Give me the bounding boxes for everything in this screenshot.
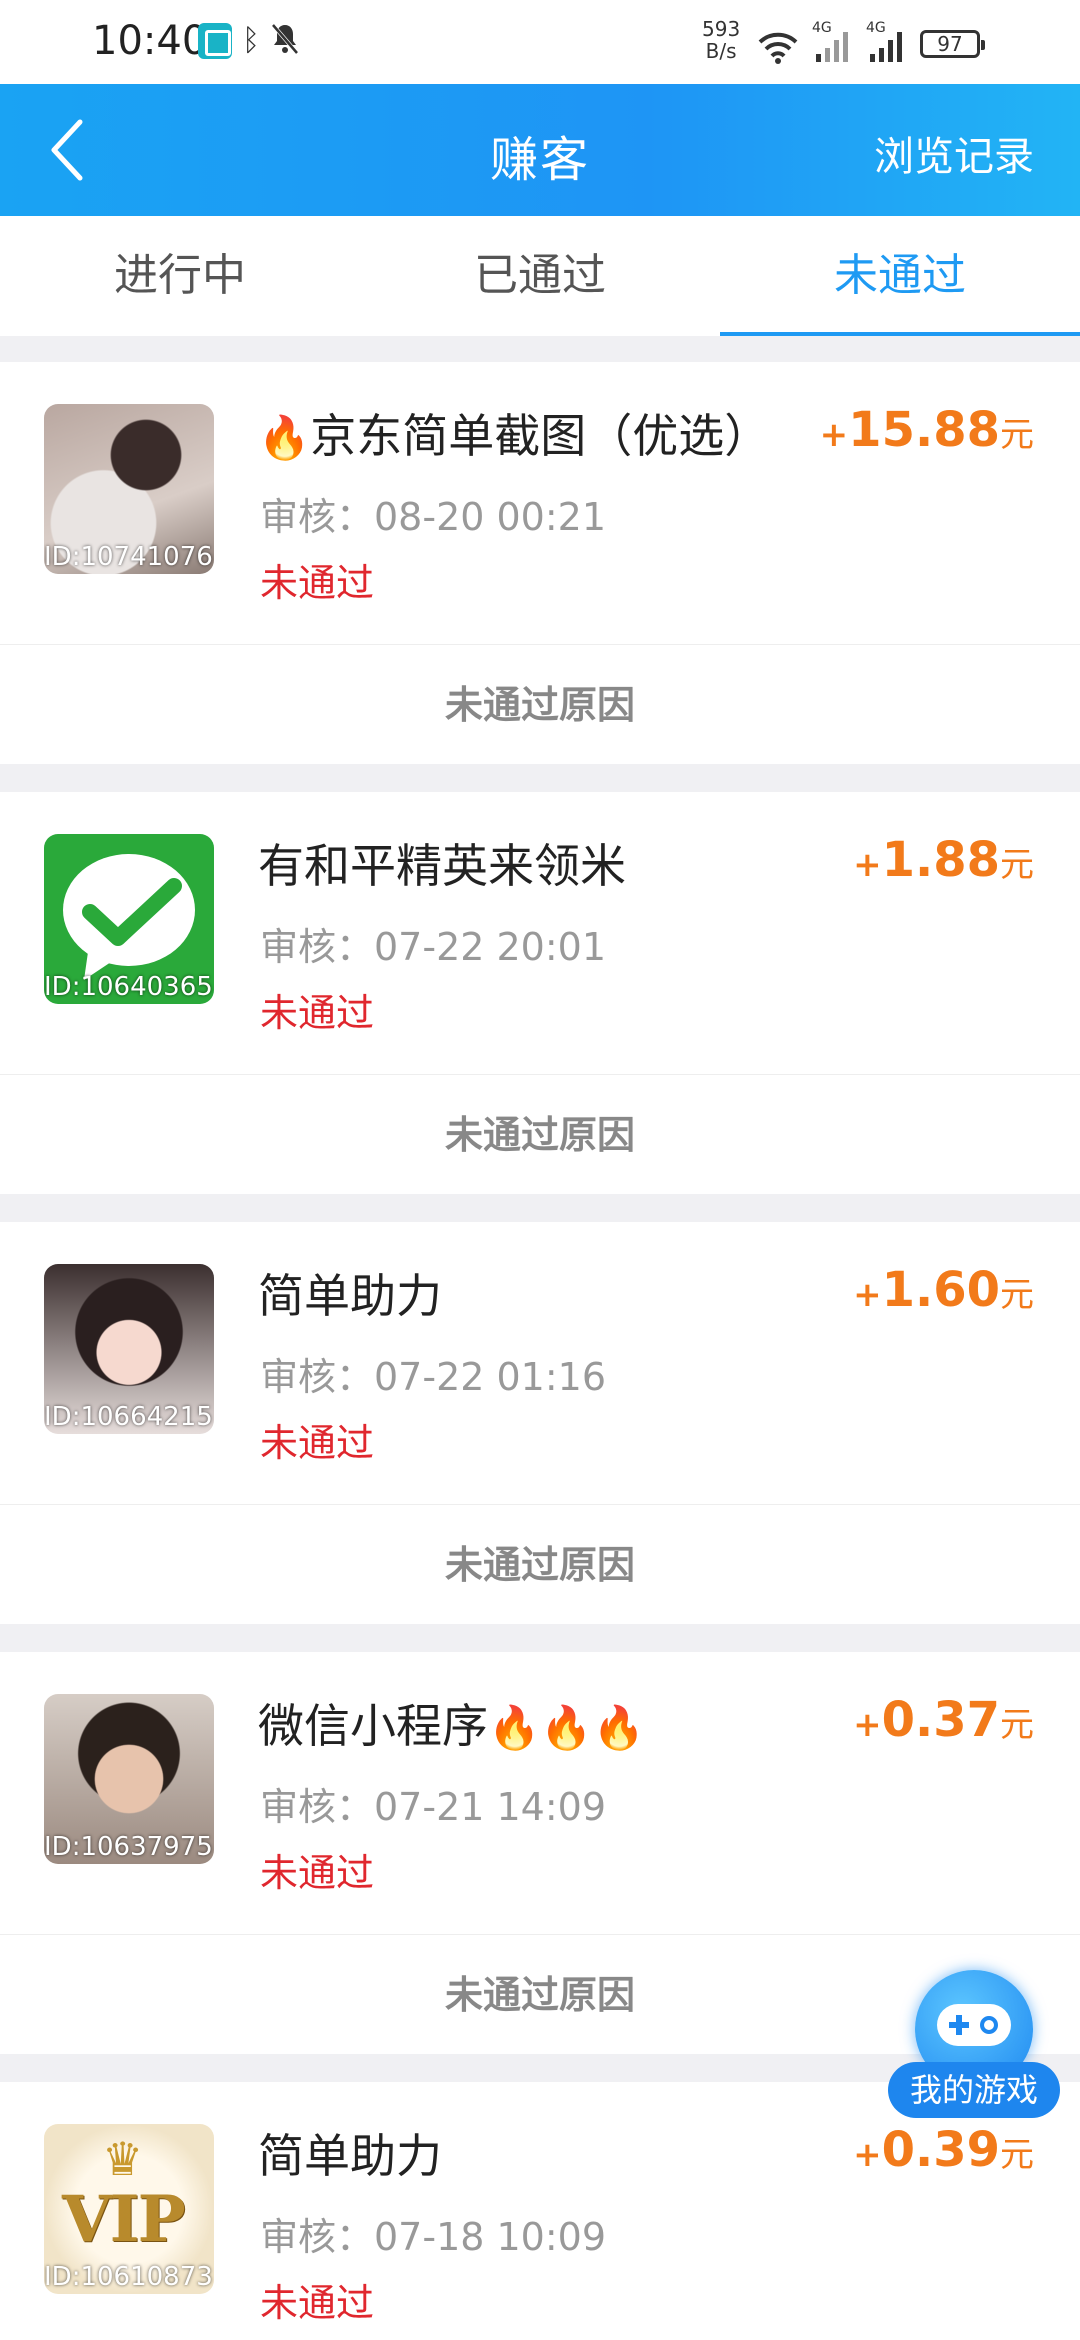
vip-badge-text: VIP [62,2182,186,2257]
task-reward: +1.88元 [853,832,1034,888]
task-title: 有和平精英来领米 [258,839,626,893]
review-time: 审核：07-18 10:09 [260,2215,607,2259]
status-bar: 10:40 ᛒ 593 B/s 4G 4G 97 [0,0,1080,84]
task-reward: +0.39元 [853,2122,1034,2178]
signal-2-icon: 4G [866,20,906,64]
task-id-label: ID:10664215 [44,1402,213,1432]
mute-bell-icon [270,22,300,60]
fire-icon: 🔥 [592,1703,645,1752]
task-title: 微信小程序🔥🔥🔥 [258,1699,645,1753]
review-time: 审核：08-20 00:21 [260,495,607,539]
tab-in-progress[interactable]: 进行中 [0,216,360,336]
fire-icon: 🔥 [540,1703,593,1752]
task-card[interactable]: ID:10664215 简单助力 +1.60元 审核：07-22 01:16 未… [0,1222,1080,1624]
rejection-reason-button[interactable]: 未通过原因 [0,1074,1080,1194]
signal-1-icon: 4G [812,20,852,64]
net-speed: 593 B/s [702,17,741,63]
task-thumbnail: ID:10664215 [44,1264,214,1434]
status-right-icons: 4G 4G 97 [758,20,985,64]
my-games-label: 我的游戏 [888,2062,1060,2118]
task-thumbnail: ID:10741076 [44,404,214,574]
task-id-label: ID:10637975 [44,1832,213,1862]
task-card[interactable]: ID:10640365 有和平精英来领米 +1.88元 审核：07-22 20:… [0,792,1080,1194]
bluetooth-icon: ᛒ [242,23,260,58]
status-label: 未通过 [260,1851,375,1895]
task-id-label: ID:10610873 [44,2262,213,2292]
task-title: 简单助力 [258,1269,442,1323]
status-time: 10:40 [92,18,208,64]
battery-icon: 97 [920,30,985,58]
task-title: 🔥京东简单截图（优选） [258,409,771,463]
task-thumbnail: ID:10637975 [44,1694,214,1864]
task-id-label: ID:10640365 [44,972,213,1002]
rejection-reason-button[interactable]: 未通过原因 [0,1504,1080,1624]
status-label: 未通过 [260,1421,375,1465]
task-thumbnail: ♛ VIP ID:10610873 [44,2124,214,2294]
task-reward: +1.60元 [853,1262,1034,1318]
task-card[interactable]: ID:10741076 🔥京东简单截图（优选） +15.88元 审核：08-20… [0,362,1080,764]
status-left-icons: ᛒ [198,22,300,60]
my-games-button[interactable]: 我的游戏 [888,1970,1060,2130]
browse-history-button[interactable]: 浏览记录 [874,124,1034,182]
status-tabs: 进行中 已通过 未通过 [0,216,1080,336]
app-header: 赚客 浏览记录 [0,84,1080,216]
tab-approved[interactable]: 已通过 [360,216,720,336]
review-time: 审核：07-22 20:01 [260,925,607,969]
tab-rejected[interactable]: 未通过 [720,216,1080,336]
task-thumbnail: ID:10640365 [44,834,214,1004]
status-label: 未通过 [260,561,375,605]
review-time: 审核：07-22 01:16 [260,1355,607,1399]
fire-icon: 🔥 [488,1703,541,1752]
status-label: 未通过 [260,991,375,1035]
rejection-reason-button[interactable]: 未通过原因 [0,644,1080,764]
status-label: 未通过 [260,2281,375,2325]
task-title: 简单助力 [258,2129,442,2183]
crown-icon: ♛ [102,2132,144,2186]
task-id-label: ID:10741076 [44,542,213,572]
wifi-icon [758,30,798,64]
task-reward: +15.88元 [819,402,1034,458]
review-time: 审核：07-21 14:09 [260,1785,607,1829]
app-notification-icon [198,23,232,59]
task-reward: +0.37元 [853,1692,1034,1748]
fire-icon: 🔥 [258,413,311,462]
